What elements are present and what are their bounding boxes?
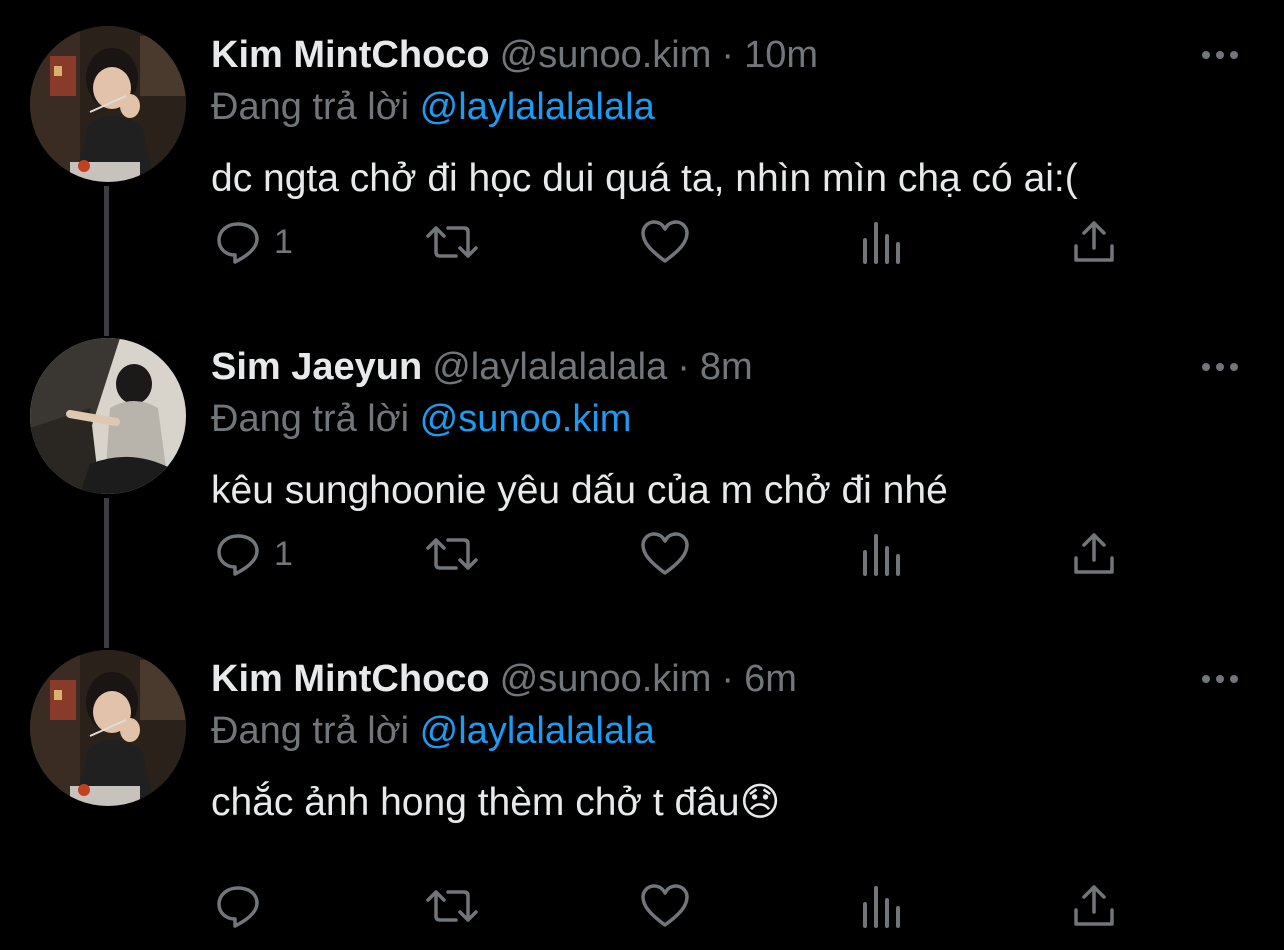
views-button[interactable] (860, 876, 904, 936)
reply-count: 1 (274, 534, 293, 573)
replying-to-label: Đang trả lời (211, 398, 410, 440)
share-button[interactable] (1072, 876, 1116, 936)
replying-to: Đang trả lời @laylalalalala (211, 84, 655, 130)
timestamp[interactable]: 8m (700, 346, 753, 388)
heart-icon (641, 220, 689, 263)
tweet-header: Kim MintChoco @sunoo.kim · 10m (211, 32, 818, 78)
user-handle[interactable]: @sunoo.kim (500, 34, 712, 76)
three-dots-icon (1202, 675, 1238, 683)
display-name[interactable]: Kim MintChoco (211, 34, 490, 76)
reply-button[interactable]: 1 (214, 212, 293, 272)
bar-chart-icon (863, 534, 900, 576)
retweet-button[interactable] (424, 524, 480, 584)
share-button[interactable] (1072, 212, 1116, 272)
reply-button[interactable]: 1 (214, 524, 293, 584)
separator-dot: · (677, 346, 690, 388)
timestamp[interactable]: 10m (744, 34, 818, 76)
avatar-photo (30, 26, 186, 182)
user-handle[interactable]: @sunoo.kim (500, 658, 712, 700)
tweet-text: chắc ảnh hong thèm chở t đâu😞 (211, 781, 781, 824)
tweet-actions (0, 876, 1284, 936)
tweet[interactable]: Sim Jaeyun @laylalalalala · 8m Đang trả lời… (0, 312, 1284, 624)
retweet-arrows-icon (426, 890, 478, 922)
share-upload-icon (1074, 221, 1114, 262)
replying-to-mention[interactable]: @laylalalalala (420, 86, 655, 128)
retweet-arrows-icon (426, 226, 478, 258)
tweet-header: Kim MintChoco @sunoo.kim · 6m (211, 656, 797, 702)
separator-dot: · (721, 658, 735, 700)
reply-button[interactable] (214, 876, 274, 936)
more-options-button[interactable] (1196, 352, 1244, 382)
speech-bubble-icon (217, 534, 259, 576)
tweet-header: Sim Jaeyun @laylalalalala · 8m (211, 344, 753, 390)
replying-to-label: Đang trả lời (211, 710, 410, 752)
separator-dot: · (721, 34, 735, 76)
avatar-photo (30, 650, 186, 806)
share-button[interactable] (1072, 524, 1116, 584)
views-button[interactable] (860, 524, 904, 584)
like-button[interactable] (640, 212, 690, 272)
tweet[interactable]: Kim MintChoco @sunoo.kim · 10m Đang trả lời… (0, 0, 1284, 312)
retweet-arrows-icon (426, 538, 478, 570)
tweet[interactable]: Kim MintChoco @sunoo.kim · 6m Đang trả lời … (0, 624, 1284, 936)
three-dots-icon (1202, 51, 1238, 59)
more-options-button[interactable] (1196, 664, 1244, 694)
replying-to: Đang trả lời @laylalalalala (211, 708, 655, 754)
bar-chart-icon (863, 222, 900, 264)
reply-count: 1 (274, 222, 293, 261)
avatar[interactable] (30, 26, 186, 182)
avatar[interactable] (30, 650, 186, 806)
replying-to-label: Đang trả lời (211, 86, 410, 128)
replying-to-mention[interactable]: @sunoo.kim (420, 398, 632, 440)
speech-bubble-icon (217, 886, 259, 928)
display-name[interactable]: Sim Jaeyun (211, 346, 422, 388)
tweet-actions: 1 (0, 212, 1284, 272)
like-button[interactable] (640, 876, 690, 936)
avatar[interactable] (30, 338, 186, 494)
speech-bubble-icon (217, 222, 259, 264)
heart-icon (641, 532, 689, 575)
avatar-photo (30, 338, 186, 494)
bar-chart-icon (863, 886, 900, 928)
heart-icon (641, 884, 689, 927)
like-button[interactable] (640, 524, 690, 584)
replying-to: Đang trả lời @sunoo.kim (211, 396, 631, 442)
share-upload-icon (1074, 885, 1114, 926)
tweet-actions: 1 (0, 524, 1284, 584)
display-name[interactable]: Kim MintChoco (211, 658, 490, 700)
timestamp[interactable]: 6m (744, 658, 797, 700)
retweet-button[interactable] (424, 876, 480, 936)
share-upload-icon (1074, 533, 1114, 574)
replying-to-mention[interactable]: @laylalalalala (420, 710, 655, 752)
views-button[interactable] (860, 212, 904, 272)
tweet-text: kêu sunghoonie yêu dấu của m chở đi nhé (211, 469, 948, 512)
tweet-text: dc ngta chở đi học dui quá ta, nhìn mìn … (211, 157, 1078, 200)
three-dots-icon (1202, 363, 1238, 371)
retweet-button[interactable] (424, 212, 480, 272)
more-options-button[interactable] (1196, 40, 1244, 70)
user-handle[interactable]: @laylalalalala (432, 346, 667, 388)
